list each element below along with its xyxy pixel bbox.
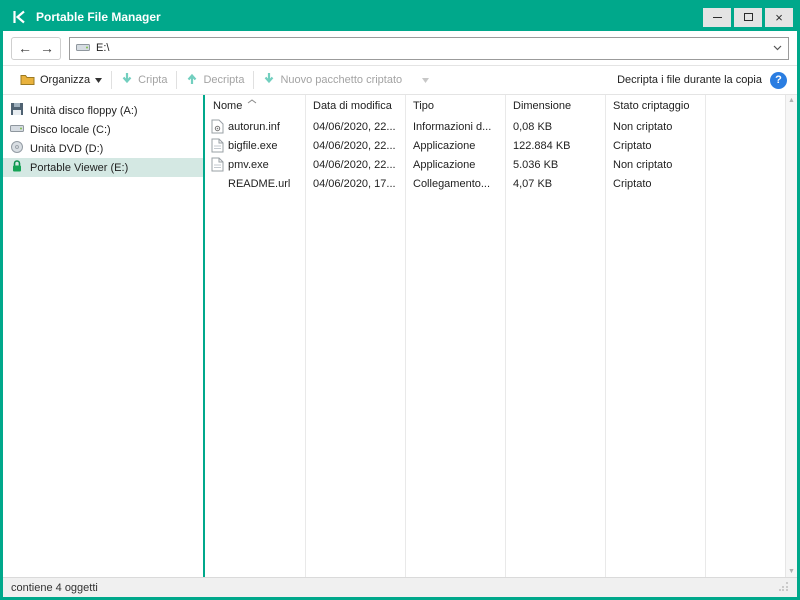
- column-headers: Nome Data di modifica Tipo Dimensione St…: [205, 95, 785, 117]
- maximize-button[interactable]: [734, 8, 762, 27]
- file-row-autorun[interactable]: autorun.inf 04/06/2020, 22... Informazio…: [205, 117, 785, 136]
- address-combobox[interactable]: E:\: [69, 37, 789, 60]
- toolbar: Organizza Cripta Decripta Nuovo pacchett…: [3, 65, 797, 95]
- application-file-icon: [210, 138, 224, 153]
- sidebar-item-label: Unità DVD (D:): [30, 143, 103, 155]
- decrypt-button[interactable]: Decripta: [177, 66, 253, 94]
- drive-tree: Unità disco floppy (A:) Disco locale (C:…: [3, 95, 203, 577]
- forward-button[interactable]: →: [36, 38, 58, 59]
- nav-button-group: ← →: [11, 37, 61, 60]
- address-dropdown-icon[interactable]: [773, 45, 782, 51]
- no-icon: [210, 176, 224, 191]
- file-name: pmv.exe: [228, 159, 269, 171]
- hard-drive-icon: [10, 121, 24, 138]
- file-row-readme[interactable]: README.url 04/06/2020, 17... Collegament…: [205, 174, 785, 193]
- file-name: bigfile.exe: [228, 140, 278, 152]
- resize-grip[interactable]: [779, 581, 789, 594]
- column-separator: [405, 95, 406, 577]
- address-bar: ← → E:\: [3, 31, 797, 65]
- lock-icon: [10, 159, 24, 176]
- window-title: Portable File Manager: [36, 10, 700, 24]
- sidebar-item-floppy-a[interactable]: Unità disco floppy (A:): [3, 101, 203, 120]
- column-header-type[interactable]: Tipo: [405, 100, 505, 112]
- sidebar-item-dvd-d[interactable]: Unità DVD (D:): [3, 139, 203, 158]
- sidebar-item-label: Disco locale (C:): [30, 124, 111, 136]
- file-modified: 04/06/2020, 22...: [305, 140, 405, 152]
- title-bar: Portable File Manager ×: [3, 3, 797, 31]
- sidebar-item-portable-viewer-e[interactable]: Portable Viewer (E:): [3, 158, 203, 177]
- file-encryption-status: Criptato: [605, 178, 705, 190]
- floppy-disk-icon: [10, 102, 24, 119]
- file-size: 5.036 KB: [505, 159, 605, 171]
- column-separator: [305, 95, 306, 577]
- close-icon: ×: [775, 11, 783, 24]
- column-separator: [705, 95, 706, 577]
- chevron-down-icon: [422, 74, 429, 86]
- encrypt-button[interactable]: Cripta: [112, 66, 176, 94]
- decrypt-on-copy-label: Decripta i file durante la copia: [617, 74, 762, 86]
- new-encrypted-package-label: Nuovo pacchetto criptato: [280, 74, 402, 86]
- back-button[interactable]: ←: [14, 38, 36, 59]
- organize-button[interactable]: Organizza: [11, 66, 111, 94]
- file-encryption-status: Criptato: [605, 140, 705, 152]
- folder-icon: [20, 73, 35, 88]
- sort-ascending-icon: [247, 95, 257, 107]
- column-header-size[interactable]: Dimensione: [505, 100, 605, 112]
- file-size: 0,08 KB: [505, 121, 605, 133]
- portable-file-manager-window: Portable File Manager × ← → E:\ Organizz…: [0, 0, 800, 600]
- main-area: Unità disco floppy (A:) Disco locale (C:…: [3, 95, 797, 577]
- application-file-icon: [210, 157, 224, 172]
- encrypt-arrow-down-icon: [121, 72, 133, 88]
- vertical-scrollbar[interactable]: ▲ ▼: [785, 95, 797, 577]
- file-name: autorun.inf: [228, 121, 280, 133]
- file-type: Applicazione: [405, 140, 505, 152]
- file-type: Informazioni d...: [405, 121, 505, 133]
- system-file-icon: [210, 119, 224, 134]
- address-path: E:\: [96, 42, 109, 54]
- scroll-down-icon[interactable]: ▼: [788, 568, 795, 575]
- file-size: 4,07 KB: [505, 178, 605, 190]
- file-list: Nome Data di modifica Tipo Dimensione St…: [205, 95, 785, 577]
- scroll-up-icon[interactable]: ▲: [788, 97, 795, 104]
- organize-label: Organizza: [40, 74, 90, 86]
- file-modified: 04/06/2020, 22...: [305, 159, 405, 171]
- file-encryption-status: Non criptato: [605, 121, 705, 133]
- drive-icon: [76, 41, 90, 56]
- file-modified: 04/06/2020, 22...: [305, 121, 405, 133]
- kaspersky-logo-icon: [11, 9, 27, 25]
- sidebar-item-label: Unità disco floppy (A:): [30, 105, 138, 117]
- file-size: 122.884 KB: [505, 140, 605, 152]
- file-row-pmv[interactable]: pmv.exe 04/06/2020, 22... Applicazione 5…: [205, 155, 785, 174]
- file-modified: 04/06/2020, 17...: [305, 178, 405, 190]
- maximize-icon: [744, 13, 753, 21]
- dvd-drive-icon: [10, 140, 24, 157]
- status-text: contiene 4 oggetti: [11, 582, 98, 594]
- minimize-icon: [713, 17, 722, 18]
- new-encrypted-package-button[interactable]: Nuovo pacchetto criptato: [254, 66, 438, 94]
- column-separator: [605, 95, 606, 577]
- column-header-encryption-status[interactable]: Stato criptaggio: [605, 100, 705, 112]
- file-name: README.url: [228, 178, 290, 190]
- sidebar-item-label: Portable Viewer (E:): [30, 162, 128, 174]
- status-bar: contiene 4 oggetti: [3, 577, 797, 597]
- package-arrow-down-icon: [263, 72, 275, 88]
- toolbar-right-group: Decripta i file durante la copia ?: [617, 72, 789, 89]
- chevron-down-icon: [95, 74, 102, 86]
- encrypt-label: Cripta: [138, 74, 167, 86]
- close-button[interactable]: ×: [765, 8, 793, 27]
- decrypt-label: Decripta: [203, 74, 244, 86]
- decrypt-arrow-up-icon: [186, 72, 198, 88]
- minimize-button[interactable]: [703, 8, 731, 27]
- file-row-bigfile[interactable]: bigfile.exe 04/06/2020, 22... Applicazio…: [205, 136, 785, 155]
- column-separator: [505, 95, 506, 577]
- file-encryption-status: Non criptato: [605, 159, 705, 171]
- file-type: Collegamento...: [405, 178, 505, 190]
- sidebar-item-local-c[interactable]: Disco locale (C:): [3, 120, 203, 139]
- help-button[interactable]: ?: [770, 72, 787, 89]
- column-header-modified[interactable]: Data di modifica: [305, 100, 405, 112]
- file-type: Applicazione: [405, 159, 505, 171]
